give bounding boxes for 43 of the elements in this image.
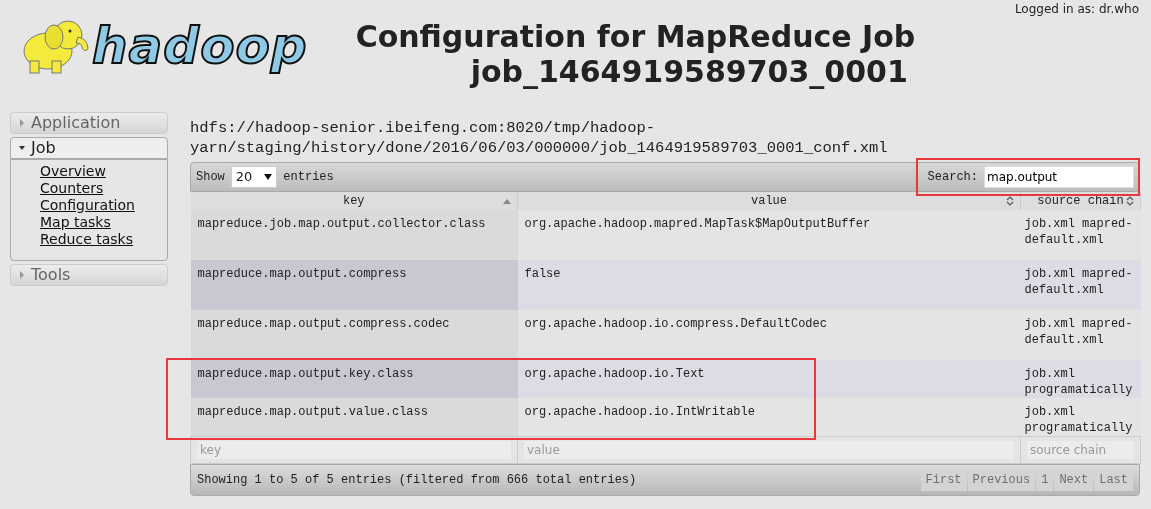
sidebar-link[interactable]: Reduce tasks (40, 231, 133, 248)
sidebar-link[interactable]: Configuration (40, 197, 135, 214)
table-cell: job.xml mapred-default.xml (1020, 310, 1141, 360)
table-cell: job.xml programatically (1020, 360, 1141, 398)
caret-down-icon (19, 144, 25, 152)
login-status: Logged in as: dr.who (1014, 1, 1139, 18)
sidebar-section[interactable]: Tools (10, 264, 168, 286)
filter-field[interactable]: source chain (1027, 441, 1134, 459)
sidebar-section[interactable]: Application (10, 112, 168, 134)
page-title: Configuration for MapReduce Job job_1464919589703_0001 (355, 20, 916, 89)
caret-right-icon (19, 271, 25, 279)
table-cell: org.apache.hadoop.io.Text (517, 360, 1021, 398)
column-header[interactable]: key (190, 192, 518, 210)
table-cell: org.apache.hadoop.io.compress.DefaultCodec (517, 310, 1021, 360)
table-cell: job.xml programatically (1020, 398, 1141, 437)
table-cell: job.xml mapred-default.xml (1020, 210, 1141, 260)
caret-right-icon (19, 119, 25, 127)
page-length-select[interactable]: 20 (230, 166, 278, 188)
sort-icon (1126, 196, 1134, 206)
table-cell: false (517, 260, 1021, 310)
entries-label: entries (283, 169, 334, 186)
sidebar-section[interactable]: Job (10, 137, 168, 159)
table-cell: org.apache.hadoop.io.IntWritable (517, 398, 1021, 437)
search-field[interactable]: map.output (984, 166, 1134, 188)
table-info: Showing 1 to 5 of 5 entries (filtered from 666 total entries) (197, 472, 637, 489)
table-cell: mapreduce.map.output.key.class (190, 360, 518, 398)
table-cell: org.apache.hadoop.mapred.MapTask$MapOutputBuffer (517, 210, 1021, 260)
table-cell: mapreduce.map.output.compress.codec (190, 310, 518, 360)
sidebar-link[interactable]: Map tasks (40, 214, 111, 231)
table-cell: mapreduce.job.map.output.collector.class (190, 210, 518, 260)
search-label: Search: (927, 169, 978, 186)
table-cell: mapreduce.map.output.compress (190, 260, 518, 310)
table-cell: job.xml mapred-default.xml (1020, 260, 1141, 310)
sort-icon (1006, 196, 1014, 206)
table-cell: mapreduce.map.output.value.class (190, 398, 518, 437)
column-header[interactable]: value (517, 192, 1021, 210)
filter-field[interactable]: key (197, 441, 511, 459)
config-file-path: hdfs://hadoop-senior.ibeifeng.com:8020/tmp/hadoop-yarn/staging/history/done/2016/06/03/000000/job_1464919589703_0001_conf.xml (190, 118, 889, 158)
show-label: Show (196, 169, 225, 186)
filter-field[interactable]: value (524, 441, 1014, 459)
caret-icon (264, 174, 273, 180)
sidebar-link[interactable]: Counters (40, 180, 104, 197)
sidebar-link[interactable]: Overview (40, 163, 106, 180)
